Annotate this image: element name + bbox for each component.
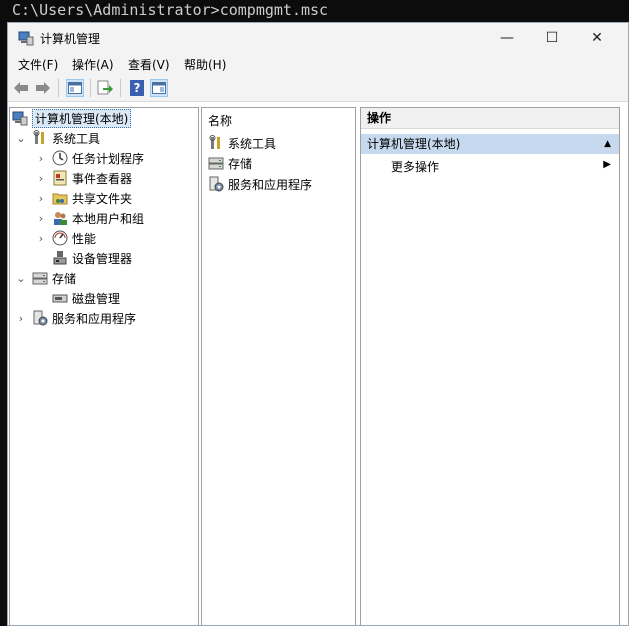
help-icon[interactable]: ? — [128, 79, 146, 97]
export-list-icon[interactable] — [96, 79, 114, 97]
chevron-right-icon[interactable]: › — [36, 149, 46, 167]
tree-root[interactable]: 计算机管理(本地) — [12, 108, 132, 128]
tree-item-storage[interactable]: 存储 — [32, 269, 76, 287]
minimize-button[interactable]: — — [484, 23, 530, 53]
menu-action[interactable]: 操作(A) — [72, 56, 114, 73]
action-pane-icon[interactable] — [150, 79, 168, 97]
submenu-arrow-icon[interactable]: ▶ — [603, 159, 611, 170]
tools-icon — [209, 135, 220, 149]
menu-help[interactable]: 帮助(H) — [184, 56, 226, 73]
menu-file[interactable]: 文件(F) — [18, 56, 58, 73]
computer-management-icon — [12, 111, 28, 126]
chevron-down-icon[interactable]: ⌄ — [16, 129, 26, 147]
show-hide-console-tree-icon[interactable] — [66, 79, 84, 97]
event-viewer-icon — [53, 170, 67, 186]
content-list-pane: 名称 系统工具 存储 服务和应用程序 — [201, 107, 356, 625]
more-actions-item[interactable]: 更多操作 — [391, 158, 439, 176]
shared-folder-icon — [52, 193, 68, 205]
list-item[interactable]: 存储 — [208, 154, 252, 172]
tree-item-device-manager[interactable]: 设备管理器 — [52, 249, 132, 267]
storage-icon — [32, 272, 48, 285]
console-command-line: C:\Users\Administrator>compmgmt.msc — [0, 0, 629, 22]
forward-arrow-icon[interactable] — [34, 79, 52, 97]
actions-section-label: 计算机管理(本地) — [367, 137, 461, 151]
chevron-right-icon[interactable]: › — [36, 209, 46, 227]
back-arrow-icon[interactable] — [12, 79, 30, 97]
chevron-right-icon[interactable]: › — [16, 309, 26, 327]
tree-item-disk-management[interactable]: 磁盘管理 — [52, 289, 120, 307]
computer-management-app-icon — [18, 31, 34, 46]
tree-item-local-users-groups[interactable]: 本地用户和组 — [52, 209, 144, 227]
disk-icon — [52, 294, 68, 303]
svg-text:?: ? — [134, 81, 141, 95]
menu-view[interactable]: 查看(V) — [128, 56, 170, 73]
users-icon — [54, 212, 67, 225]
computer-management-window: 计算机管理 — ☐ ✕ 文件(F) 操作(A) 查看(V) 帮助(H) ? 计算… — [7, 22, 629, 626]
tree-item-task-scheduler[interactable]: 任务计划程序 — [52, 149, 144, 167]
performance-icon — [52, 230, 68, 246]
list-header-name[interactable]: 名称 — [208, 112, 232, 129]
services-icon — [33, 310, 48, 326]
tree-item-event-viewer[interactable]: 事件查看器 — [52, 169, 132, 187]
console-tree-pane: 计算机管理(本地) ⌄ 系统工具 › 任务计划程序 › 事件查看器 › 共享文件… — [9, 107, 199, 625]
storage-icon — [208, 157, 224, 170]
clock-icon — [52, 150, 68, 166]
chevron-right-icon[interactable]: › — [36, 169, 46, 187]
close-button[interactable]: ✕ — [574, 23, 620, 53]
tree-root-label: 计算机管理(本地) — [32, 108, 132, 128]
tree-item-shared-folders[interactable]: 共享文件夹 — [52, 189, 132, 207]
title-bar[interactable]: 计算机管理 — ☐ ✕ — [8, 23, 628, 53]
actions-header: 操作 — [361, 108, 619, 129]
tree-item-system-tools[interactable]: 系统工具 — [32, 129, 100, 147]
window-title: 计算机管理 — [40, 32, 101, 46]
chevron-right-icon[interactable]: › — [36, 229, 46, 247]
list-item[interactable]: 服务和应用程序 — [208, 175, 312, 193]
actions-pane: 操作 计算机管理(本地) ▲ 更多操作 ▶ — [360, 107, 620, 625]
chevron-down-icon[interactable]: ⌄ — [16, 269, 26, 287]
toolbar: ? — [8, 75, 628, 102]
maximize-button[interactable]: ☐ — [529, 23, 575, 53]
tree-item-services-applications[interactable]: 服务和应用程序 — [32, 309, 136, 327]
device-manager-icon — [53, 251, 67, 265]
services-icon — [209, 176, 224, 192]
menu-bar: 文件(F) 操作(A) 查看(V) 帮助(H) — [8, 53, 628, 75]
tree-item-performance[interactable]: 性能 — [52, 229, 96, 247]
chevron-right-icon[interactable]: › — [36, 189, 46, 207]
list-item[interactable]: 系统工具 — [208, 134, 276, 152]
actions-section-computer-management[interactable]: 计算机管理(本地) ▲ — [361, 134, 619, 154]
collapse-arrow-icon[interactable]: ▲ — [604, 134, 611, 154]
tools-icon — [33, 130, 44, 144]
